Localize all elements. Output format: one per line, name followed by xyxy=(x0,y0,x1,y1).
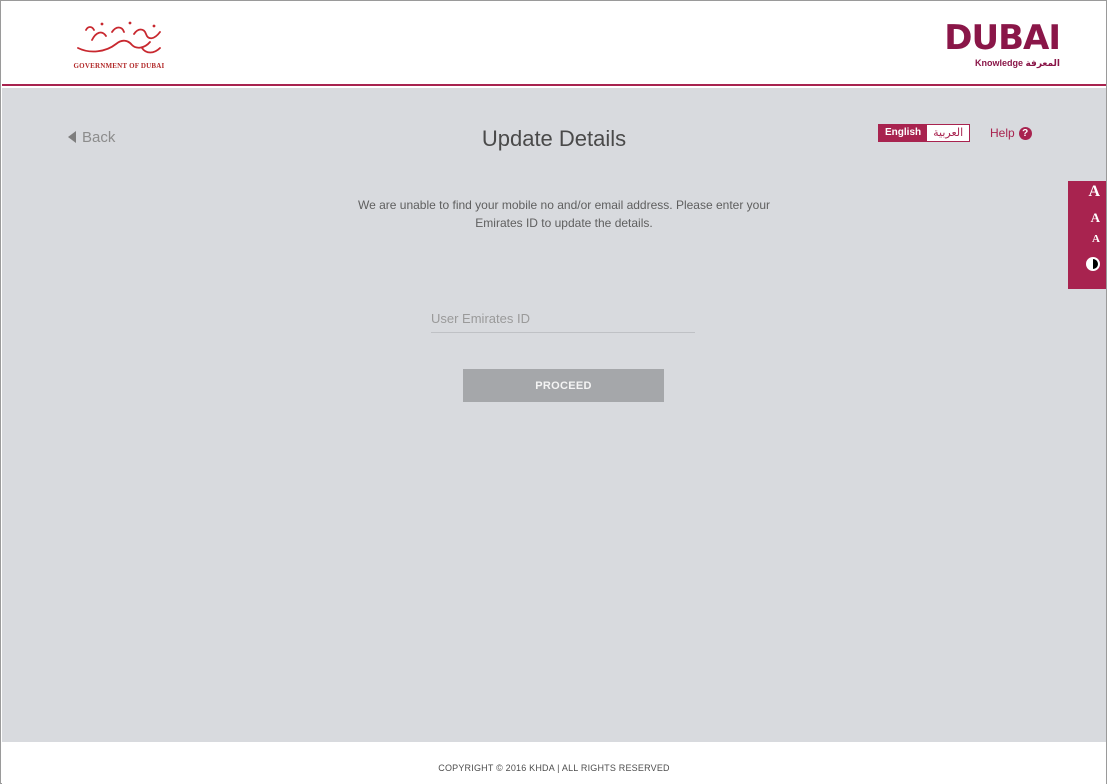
font-size-large-button[interactable]: A xyxy=(1088,183,1100,201)
instruction-text: We are unable to find your mobile no and… xyxy=(357,198,770,230)
proceed-button[interactable]: PROCEED xyxy=(463,369,664,402)
page-footer: COPYRIGHT © 2016 KHDA | ALL RIGHTS RESER… xyxy=(2,742,1106,784)
page-header: GOVERNMENT OF DUBAI DUBAI Knowledge المع… xyxy=(2,2,1106,86)
browser-frame: GOVERNMENT OF DUBAI DUBAI Knowledge المع… xyxy=(0,0,1107,784)
dubai-calligraphy-icon xyxy=(77,21,161,54)
font-size-medium-button[interactable]: A xyxy=(1091,210,1100,226)
help-link[interactable]: Help ? xyxy=(990,125,1032,141)
contrast-icon[interactable] xyxy=(1086,257,1100,271)
main-content: Back Update Details English العربية Help… xyxy=(2,88,1106,742)
language-english-button[interactable]: English xyxy=(879,125,928,141)
emirates-id-input[interactable] xyxy=(431,304,695,332)
accessibility-toolbar: A A A xyxy=(1068,181,1106,289)
government-of-dubai-logo[interactable]: GOVERNMENT OF DUBAI xyxy=(64,14,174,76)
language-arabic-button[interactable]: العربية xyxy=(927,125,970,141)
dubai-logo-word: DUBAI xyxy=(944,18,1061,58)
dubai-knowledge-logo[interactable]: DUBAI Knowledge المعرفة xyxy=(944,20,1061,76)
help-label: Help xyxy=(990,126,1015,140)
copyright-text: COPYRIGHT © 2016 KHDA | ALL RIGHTS RESER… xyxy=(438,763,670,773)
emirates-id-field-wrapper xyxy=(431,304,695,333)
font-size-small-button[interactable]: A xyxy=(1092,233,1100,245)
government-logo-text: GOVERNMENT OF DUBAI xyxy=(73,62,165,70)
language-switcher: English العربية xyxy=(878,124,971,142)
knowledge-logo-sub: Knowledge المعرفة xyxy=(974,58,1060,68)
question-circle-icon: ? xyxy=(1018,126,1032,140)
